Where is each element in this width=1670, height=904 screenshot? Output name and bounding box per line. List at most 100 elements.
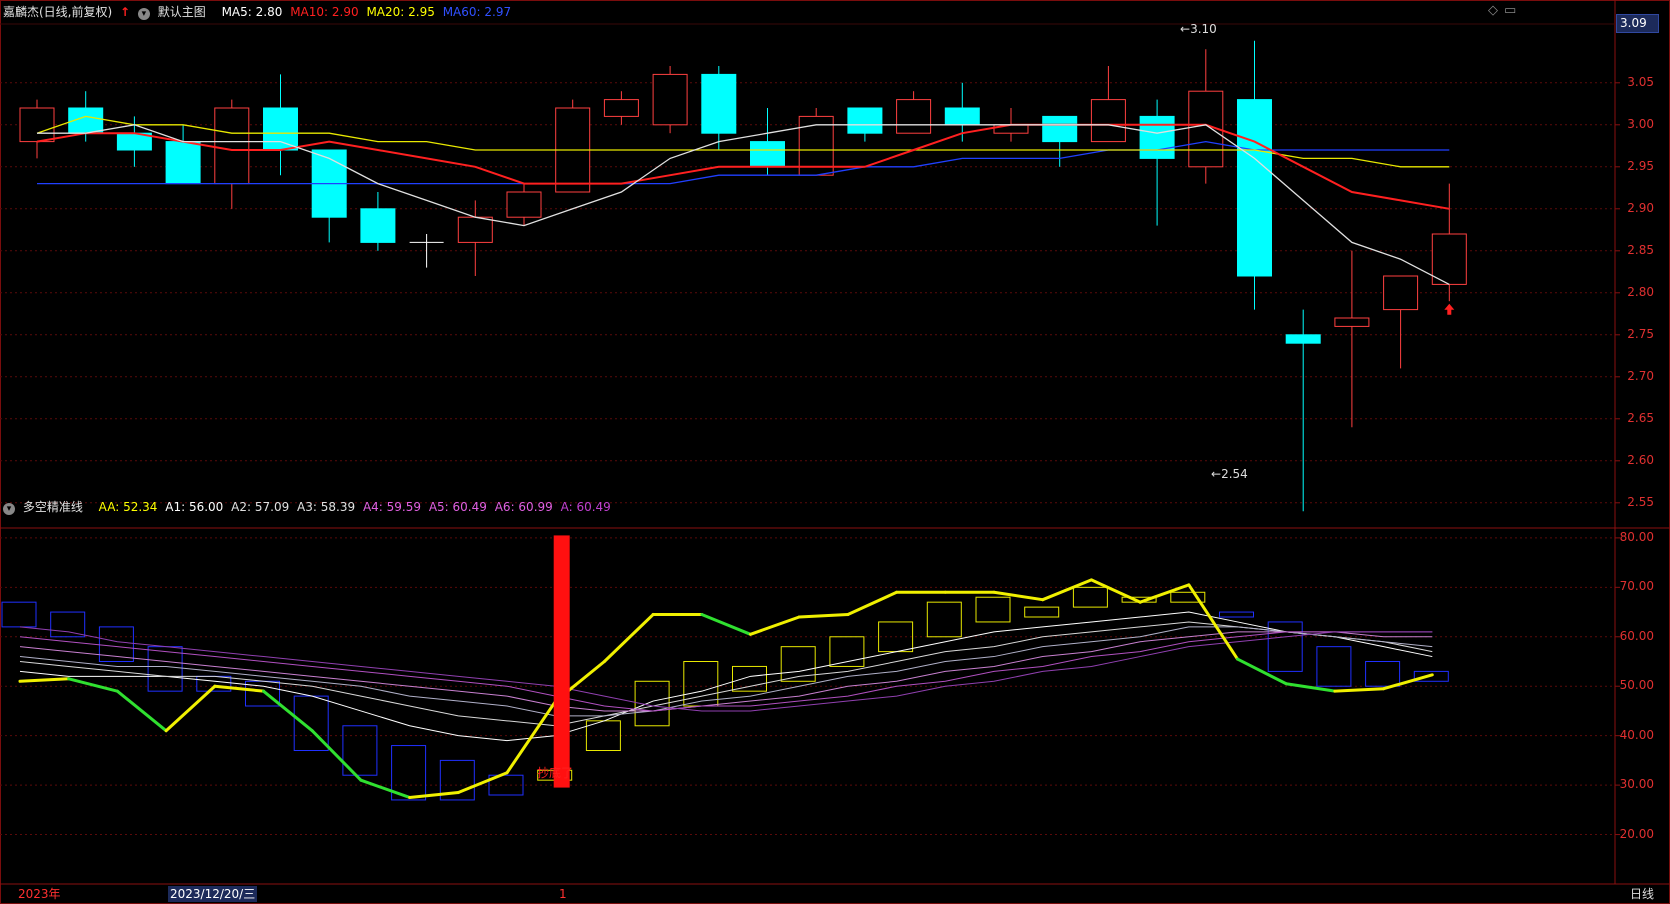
candle-body[interactable] — [750, 141, 785, 168]
candle-body[interactable] — [457, 216, 493, 243]
a3-value: A3: 58.39 — [297, 500, 356, 514]
high-price-value: 3.10 — [1190, 22, 1217, 36]
indicator-box — [147, 646, 183, 692]
a2-value: A2: 57.09 — [231, 500, 290, 514]
indicator-name[interactable]: 多空精准线 — [23, 500, 83, 514]
aa-line-segment — [602, 613, 655, 663]
candle-body[interactable] — [1042, 115, 1078, 143]
indicator-box — [732, 665, 767, 692]
a5-value: A5: 60.49 — [428, 500, 487, 514]
year-label: 2023年 — [18, 887, 61, 901]
up-arrow-icon: ↑ — [120, 5, 131, 19]
aa-line-segment — [1041, 578, 1093, 602]
low-price-label: ←2.54 — [1211, 467, 1248, 481]
indicator-box — [683, 661, 719, 707]
aa-line-segment — [1187, 583, 1239, 661]
aa-line-segment — [359, 778, 412, 799]
date-label[interactable]: 2023/12/20/三 — [168, 886, 258, 902]
candle-body[interactable] — [1285, 334, 1321, 344]
aa-line-segment — [1333, 687, 1386, 693]
aa-value: AA: 52.34 — [98, 500, 158, 514]
a6-value: A6: 60.99 — [494, 500, 553, 514]
candle-body[interactable] — [847, 107, 883, 134]
aa-line-segment — [262, 689, 314, 733]
ma5-value: MA5: 2.80 — [221, 5, 283, 19]
indicator-box — [1219, 611, 1254, 618]
a4-value: A4: 59.59 — [362, 500, 421, 514]
main-chart-header: 嘉麟杰(日线,前复权) ↑ ▾ 默认主图 MA5: 2.80 MA10: 2.9… — [0, 0, 515, 24]
high-price-label: ←3.10 — [1180, 22, 1217, 36]
price-tick-label: 3.00 — [1627, 116, 1654, 131]
ma20-value: MA20: 2.95 — [366, 5, 435, 19]
price-tick-label: 2.55 — [1627, 494, 1654, 509]
aa-line-segment — [213, 684, 265, 693]
chart-frame — [0, 0, 1670, 904]
aa-line-segment — [749, 615, 801, 636]
up-arrow-icon — [1444, 303, 1455, 315]
aa-line-segment — [18, 677, 71, 683]
price-tick-label: 2.75 — [1627, 326, 1654, 341]
stock-title[interactable]: 嘉麟杰(日线,前复权) — [3, 5, 112, 19]
candle-body[interactable] — [214, 107, 250, 185]
candle-body[interactable] — [701, 73, 737, 134]
indicator-tick-label: 80.00 — [1619, 529, 1654, 544]
indicator-panel[interactable] — [1, 535, 1449, 801]
indicator-tick-label: 20.00 — [1619, 826, 1654, 841]
candlestick-series[interactable] — [19, 40, 1467, 512]
low-price-value: 2.54 — [1221, 467, 1248, 481]
month-mark: 1 — [559, 887, 567, 901]
indicator-box — [1072, 586, 1108, 608]
indicator-tick-label: 70.00 — [1619, 579, 1654, 594]
template-name[interactable]: 默认主图 — [158, 5, 206, 19]
price-tick-label: 2.85 — [1627, 242, 1654, 257]
signal-label: 抄底了 — [537, 766, 574, 780]
candle-body[interactable] — [1431, 233, 1467, 285]
candle-body[interactable] — [19, 107, 55, 143]
aa-line-segment — [115, 689, 168, 733]
aa-line-segment — [67, 677, 119, 693]
candle-body[interactable] — [1383, 275, 1419, 311]
aa-line-segment — [1138, 583, 1191, 604]
aa-line-segment — [456, 771, 509, 795]
indicator-tick-label: 30.00 — [1619, 777, 1654, 792]
indicator-box — [975, 596, 1011, 623]
candle-body[interactable] — [1139, 115, 1175, 159]
indicator-line-3 — [19, 626, 1433, 717]
candle-body[interactable] — [896, 99, 932, 134]
indicator-box — [50, 611, 86, 638]
candle-body[interactable] — [165, 141, 201, 185]
aa-line-segment — [164, 684, 217, 733]
price-tick-label: 2.95 — [1627, 158, 1654, 173]
indicator-tick-label: 50.00 — [1619, 678, 1654, 693]
indicator-box — [1365, 661, 1401, 687]
aa-line-segment — [1089, 578, 1142, 604]
candle-body[interactable] — [944, 107, 980, 126]
candle-body[interactable] — [1237, 99, 1272, 277]
aa-line-segment — [992, 590, 1045, 602]
aa-line-segment — [310, 729, 363, 782]
candle-body[interactable] — [1090, 99, 1126, 143]
stock-chart-canvas[interactable] — [0, 0, 1670, 904]
price-tick-label: 2.70 — [1627, 368, 1654, 383]
period-label[interactable]: 日线 — [1630, 886, 1654, 902]
candle-body[interactable] — [603, 99, 639, 117]
aa-line-segment — [408, 791, 460, 799]
price-tick-label: 3.05 — [1627, 74, 1654, 89]
candle-body[interactable] — [263, 107, 298, 151]
window-icon[interactable]: ▭ — [1504, 3, 1516, 18]
candle-body[interactable] — [360, 208, 396, 243]
indicator-line-2 — [19, 621, 1433, 727]
signal-bar[interactable] — [553, 535, 570, 788]
aa-line-segment — [700, 613, 752, 636]
diamond-icon[interactable]: ◇ — [1488, 3, 1498, 18]
chevron-down-icon[interactable]: ▾ — [137, 8, 150, 20]
indicator-tick-label: 60.00 — [1619, 628, 1654, 643]
indicator-tick-label: 40.00 — [1619, 727, 1654, 742]
chevron-down-icon[interactable]: ▾ — [3, 503, 15, 515]
candle-body[interactable] — [1334, 317, 1370, 327]
price-tick-label: 2.65 — [1627, 410, 1654, 425]
candle-body[interactable] — [506, 191, 542, 218]
price-tick-label: 2.60 — [1627, 452, 1654, 467]
candle-body[interactable] — [652, 73, 688, 126]
aa-line-segment — [846, 590, 899, 617]
